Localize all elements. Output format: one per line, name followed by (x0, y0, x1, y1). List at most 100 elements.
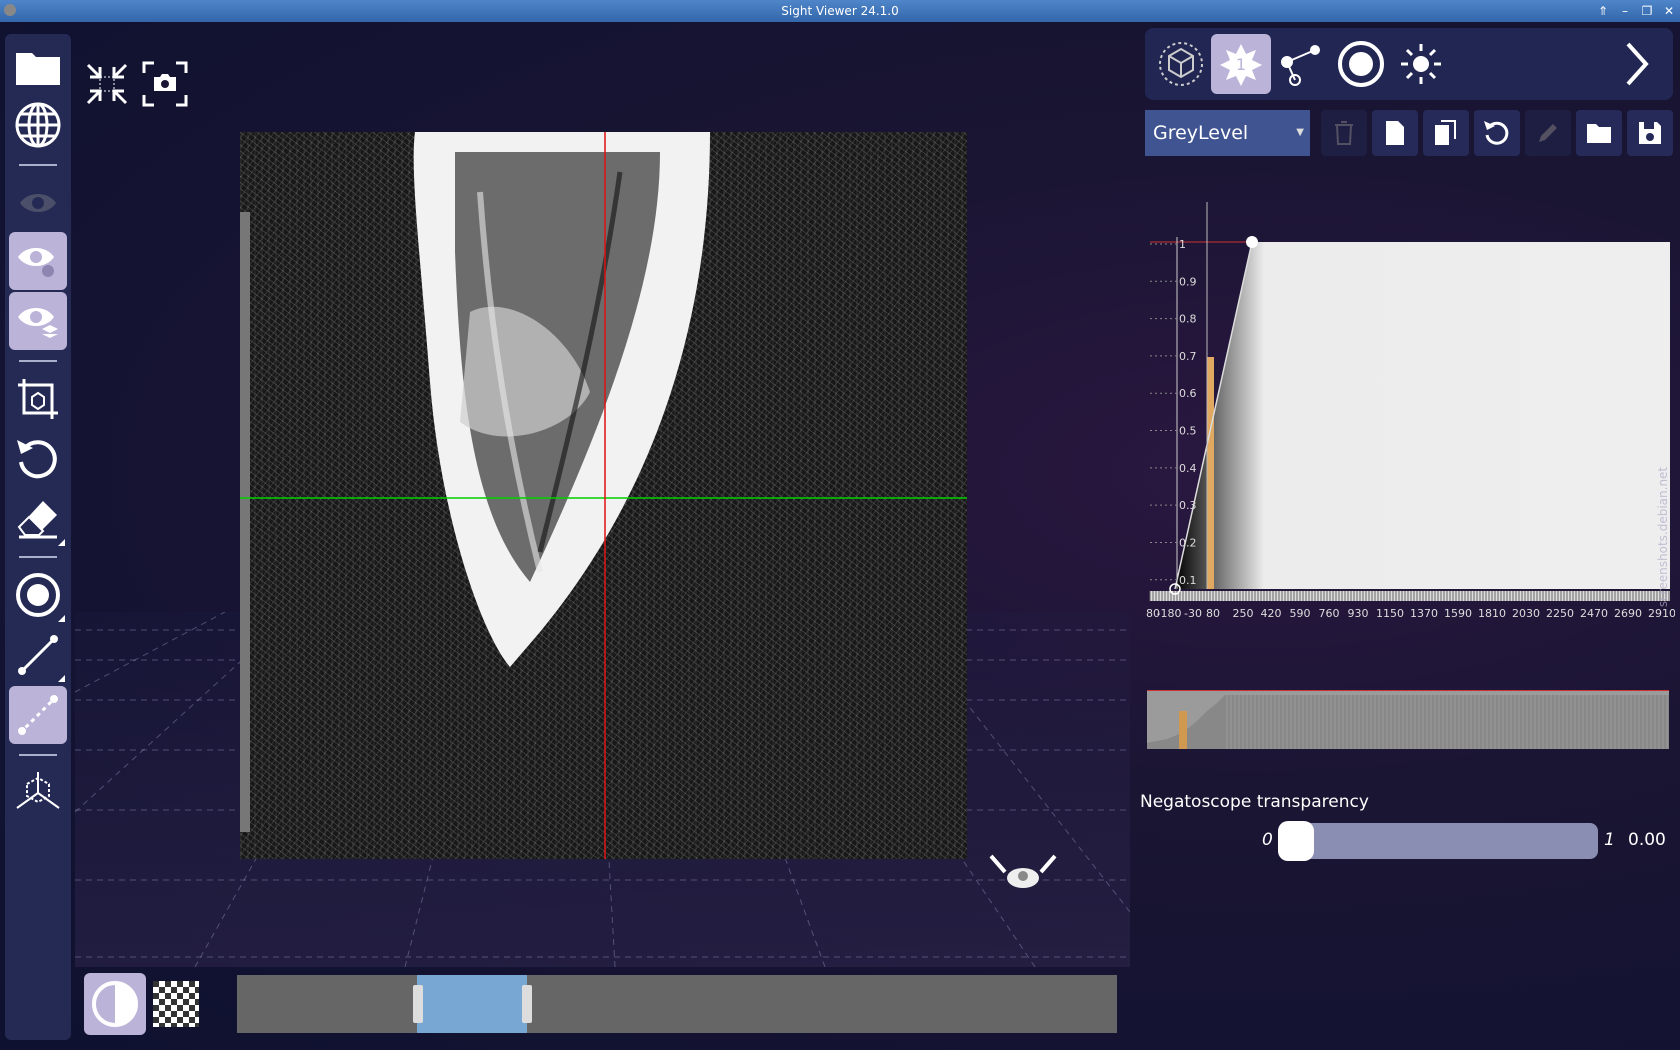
timeline-handle-start[interactable] (413, 985, 423, 1023)
contrast-button[interactable] (84, 973, 146, 1035)
reset-tf-button[interactable] (1474, 110, 1520, 156)
y-tick-label: 0.4 (1179, 462, 1197, 475)
eye-layers-icon (18, 308, 58, 338)
eraser-icon (17, 501, 57, 539)
negatoscope-transparency-label: Negatoscope transparency (1140, 792, 1369, 812)
distance-button[interactable] (9, 626, 67, 684)
x-tick-label: 2250 (1546, 607, 1574, 620)
tab-landmarks[interactable] (1271, 34, 1331, 94)
undo-icon (1484, 121, 1509, 145)
x-tick-label: 930 (1348, 607, 1369, 620)
crop-button[interactable] (9, 370, 67, 428)
x-tick-label: 2690 (1614, 607, 1642, 620)
x-tick-label: 2910 (1648, 607, 1675, 620)
histogram-overview[interactable] (1147, 690, 1669, 749)
tf-preset-select[interactable]: GreyLevel ▼ (1145, 110, 1310, 156)
tab-brightness[interactable] (1391, 34, 1451, 94)
copy-tf-button[interactable] (1423, 110, 1469, 156)
checkerboard-button[interactable] (153, 981, 199, 1027)
camera-icon (142, 61, 188, 107)
x-tick-label: 1370 (1410, 607, 1438, 620)
x-tick-label: 250 (1233, 607, 1254, 620)
axes-3d-icon (16, 772, 60, 809)
layers-visibility-button[interactable] (9, 292, 67, 350)
maximize-icon[interactable]: ❐ (1640, 0, 1654, 22)
pencil-icon (1539, 124, 1557, 142)
rename-tf-button[interactable] (1525, 110, 1571, 156)
timeline-range[interactable] (417, 975, 527, 1033)
copy-icon (1435, 120, 1456, 145)
viewer-3d[interactable] (75, 22, 1130, 967)
import-tf-button[interactable] (1576, 110, 1622, 156)
x-tick-label: 1810 (1478, 607, 1506, 620)
title-bar: Sight Viewer 24.1.0 ⇑ – ❐ ✕ (0, 0, 1680, 22)
negato-visibility-button[interactable] (9, 232, 67, 290)
eye-icon (20, 194, 56, 212)
save-icon (1639, 122, 1661, 144)
snapshot-button[interactable] (141, 60, 189, 108)
timeline-slider[interactable] (237, 975, 1117, 1033)
slider-min-label: 0 (1262, 830, 1273, 850)
tab-bar: 1 (1145, 28, 1673, 100)
trash-icon (1335, 121, 1353, 145)
new-file-icon (1386, 121, 1404, 145)
x-tick-label: -30 (1184, 607, 1202, 620)
x-tick-label: 1150 (1376, 607, 1404, 620)
y-tick-label: 0.8 (1179, 313, 1197, 326)
globe-button[interactable] (9, 96, 67, 154)
y-tick-label: 0.6 (1179, 387, 1197, 400)
left-toolbar (5, 34, 71, 1040)
tf-editor[interactable]: 1 0.9 0.8 0.7 0.6 0.5 0.4 0.3 0.2 0.1 80 -180 -30 80… (1145, 177, 1676, 637)
orientation-marker-icon (989, 854, 1057, 888)
close-icon[interactable]: ✕ (1662, 0, 1676, 22)
y-tick-label: 1 (1179, 238, 1186, 251)
x-tick-label: 2470 (1580, 607, 1608, 620)
y-tick-label: 0.9 (1179, 275, 1197, 288)
bottom-bar (75, 967, 1130, 1050)
target-icon (1338, 41, 1384, 87)
window-title: Sight Viewer 24.1.0 (781, 4, 899, 18)
tf-preset-value: GreyLevel (1153, 122, 1249, 144)
x-tick-label: 420 (1261, 607, 1282, 620)
target-button[interactable] (9, 566, 67, 624)
eraser-button[interactable] (9, 490, 67, 548)
timeline-handle-end[interactable] (522, 985, 532, 1023)
axes-button[interactable] (9, 764, 67, 822)
y-tick-label: 0.2 (1179, 536, 1197, 549)
keep-above-icon[interactable]: ⇑ (1596, 0, 1610, 22)
delete-tf-button[interactable] (1321, 110, 1367, 156)
landmarks-icon (1281, 45, 1320, 86)
export-tf-button[interactable] (1627, 110, 1673, 156)
expand-panel-button[interactable] (1607, 34, 1667, 94)
splat-icon: 1 (1220, 44, 1262, 86)
negatoscope-transparency-slider[interactable] (1280, 823, 1598, 859)
new-tf-button[interactable] (1372, 110, 1418, 156)
tab-volume-render[interactable] (1151, 34, 1211, 94)
y-tick-label: 0.5 (1179, 425, 1197, 438)
contrast-icon (92, 981, 138, 1027)
right-panel: 1 GreyLevel ▼ 1 0.9 0.8 0.7 0.6 0.5 0.4 … (1140, 22, 1680, 1050)
minimize-icon[interactable]: – (1618, 0, 1632, 22)
x-tick-label: 1590 (1444, 607, 1472, 620)
tab-target[interactable] (1331, 34, 1391, 94)
distance-dashed-button[interactable] (9, 686, 67, 744)
y-tick-label: 0.1 (1179, 574, 1197, 587)
reset-button[interactable] (9, 430, 67, 488)
folder-icon (1587, 124, 1611, 143)
chevron-right-icon (1626, 42, 1649, 86)
negatoscope-transparency-slider-thumb[interactable] (1278, 821, 1314, 861)
fit-view-icon (86, 63, 128, 105)
undo-icon (17, 440, 57, 479)
y-tick-label: 0.7 (1179, 350, 1197, 363)
negatoscope-slice[interactable] (240, 132, 967, 859)
cube-icon (1159, 42, 1203, 86)
x-tick-label: 590 (1290, 607, 1311, 620)
open-folder-button[interactable] (9, 38, 67, 96)
x-tick-label: -180 (1157, 607, 1182, 620)
app-icon (4, 4, 16, 16)
x-tick-label: 760 (1319, 607, 1340, 620)
chevron-down-icon: ▼ (1296, 127, 1304, 138)
tab-transfer-function[interactable]: 1 (1211, 34, 1271, 94)
fit-view-button[interactable] (83, 60, 131, 108)
eye-disabled-button[interactable] (9, 174, 67, 232)
